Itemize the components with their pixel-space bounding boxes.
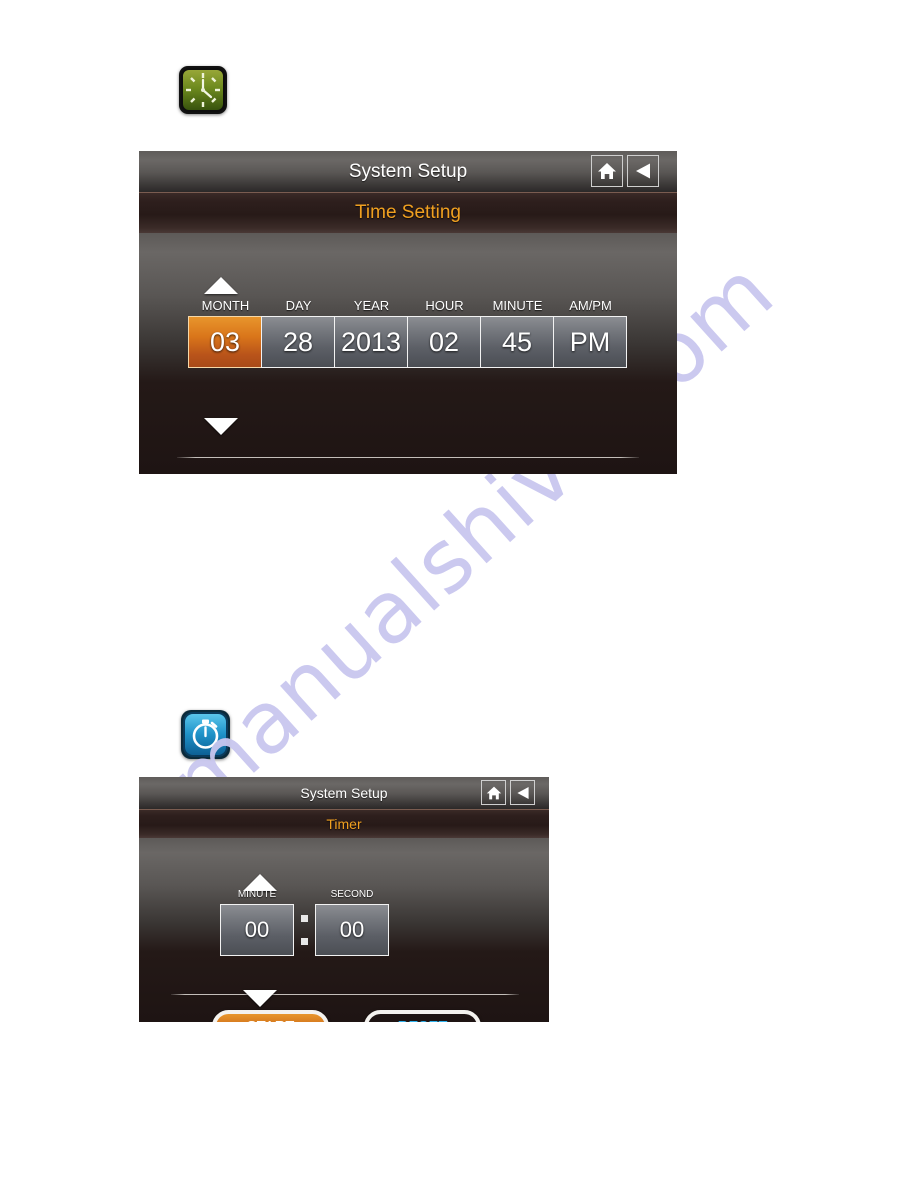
home-icon: [486, 786, 501, 799]
picker-value-second[interactable]: 00: [315, 904, 389, 956]
picker-label-day: DAY: [285, 298, 312, 313]
back-icon: [636, 163, 650, 179]
picker-column-minute: MINUTE 00: [220, 890, 294, 956]
reset-button[interactable]: RESET: [364, 1010, 481, 1022]
picker-column-day: DAY 28: [261, 298, 335, 368]
picker-label-hour: HOUR: [425, 298, 464, 313]
picker-value-month[interactable]: 03: [188, 316, 262, 368]
timer-picker: MINUTE 00 SECOND 00: [220, 890, 389, 956]
nav-buttons: [481, 780, 535, 805]
home-icon: [598, 163, 616, 179]
back-button[interactable]: [510, 780, 535, 805]
picker-value-ampm[interactable]: PM: [553, 316, 627, 368]
timer-screen: System Setup Timer MINUTE 00 SECOND 00: [139, 777, 549, 1022]
decrement-arrow-down-icon[interactable]: [243, 990, 277, 1007]
picker-value-hour[interactable]: 02: [407, 316, 481, 368]
time-setting-screen: System Setup Time Setting MONTH 03 DAY 2…: [139, 151, 677, 474]
title-bar: System Setup: [139, 151, 677, 192]
colon-dot-top: [301, 915, 308, 922]
picker-label-month: MONTH: [201, 298, 250, 313]
decrement-arrow-down-icon[interactable]: [204, 418, 238, 435]
picker-label-year: YEAR: [353, 298, 390, 313]
picker-column-hour: HOUR 02: [407, 298, 481, 368]
picker-label-second: SECOND: [330, 889, 374, 900]
home-button[interactable]: [591, 155, 623, 187]
picker-label-minute: MINUTE: [492, 298, 543, 313]
picker-value-minute[interactable]: 00: [220, 904, 294, 956]
picker-value-day[interactable]: 28: [261, 316, 335, 368]
page-title: System Setup: [348, 160, 468, 182]
page-subtitle: Timer: [326, 816, 362, 832]
datetime-picker: MONTH 03 DAY 28 YEAR 2013 HOUR 02 MINUTE…: [188, 298, 627, 368]
content-divider: [177, 457, 639, 458]
picker-label-ampm: AM/PM: [569, 298, 612, 313]
clock-icon: [179, 66, 227, 114]
picker-column-month: MONTH 03: [188, 298, 262, 368]
increment-arrow-up-icon[interactable]: [204, 277, 238, 294]
page-subtitle: Time Setting: [355, 202, 461, 223]
back-button[interactable]: [627, 155, 659, 187]
picker-column-second: SECOND 00: [315, 890, 389, 956]
page-title: System Setup: [300, 785, 388, 801]
home-button[interactable]: [481, 780, 506, 805]
picker-value-minute[interactable]: 45: [480, 316, 554, 368]
screen-content: MONTH 03 DAY 28 YEAR 2013 HOUR 02 MINUTE…: [139, 233, 677, 474]
subtitle-bar: Timer: [139, 809, 549, 838]
subtitle-bar: Time Setting: [139, 192, 677, 233]
screen-content: MINUTE 00 SECOND 00 START RESET: [139, 838, 549, 1022]
picker-value-year[interactable]: 2013: [334, 316, 408, 368]
title-bar: System Setup: [139, 777, 549, 809]
colon-separator-icon: [294, 904, 315, 956]
content-divider: [171, 994, 519, 995]
back-icon: [516, 786, 529, 799]
stopwatch-icon: [181, 710, 230, 759]
picker-label-minute: MINUTE: [237, 889, 277, 900]
nav-buttons: [591, 155, 659, 187]
picker-column-minute: MINUTE 45: [480, 298, 554, 368]
colon-dot-bottom: [301, 938, 308, 945]
picker-column-ampm: AM/PM PM: [553, 298, 627, 368]
picker-column-year: YEAR 2013: [334, 298, 408, 368]
start-button[interactable]: START: [212, 1010, 329, 1022]
